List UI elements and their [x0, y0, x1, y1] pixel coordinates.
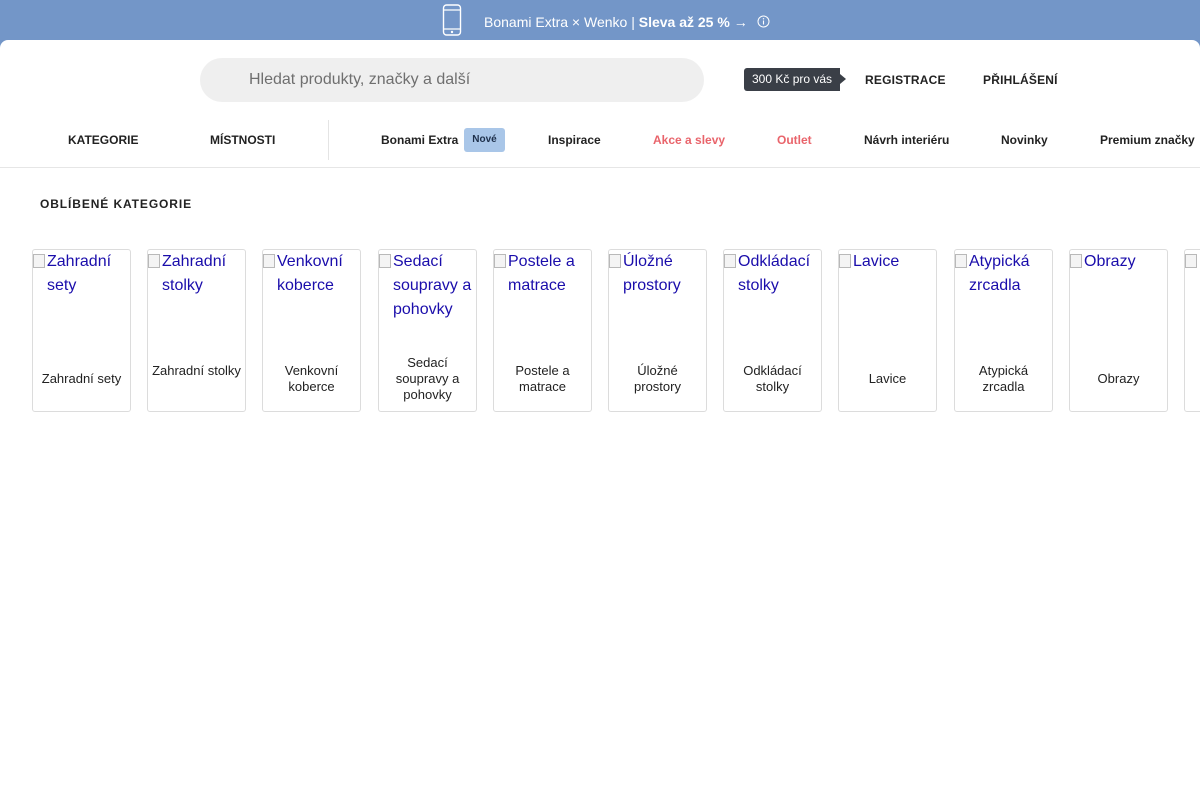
search-input[interactable]	[200, 58, 704, 102]
arrow-right-icon: →	[733, 14, 748, 30]
category-carousel: Zahradní sety Zahradní sety Zahradní stolk…	[32, 249, 1200, 412]
category-image: Zahradní stolky	[148, 250, 245, 298]
category-card[interactable]: Sedací soupravy a pohovky Sedací soupravy…	[378, 249, 477, 412]
category-card[interactable]: Zahradní sety Zahradní sety	[32, 249, 131, 412]
category-label: Zahradní sety	[41, 371, 122, 386]
category-card[interactable]	[1184, 249, 1200, 412]
nav-premium-brands[interactable]: Premium značky	[1100, 120, 1195, 160]
broken-image-icon	[494, 254, 506, 268]
bonus-tag: 300 Kč pro vás	[744, 68, 847, 91]
category-card[interactable]: Postele a matrace Postele a matrace	[493, 249, 592, 412]
page-content: 300 Kč pro vás REGISTRACE PŘIHLÁŠENÍ KAT…	[0, 40, 1200, 800]
category-card[interactable]: Úložné prostory Úložné prostory	[608, 249, 707, 412]
broken-image-icon	[1070, 254, 1082, 268]
category-image-alt: Sedací soupravy a pohovky	[393, 253, 472, 318]
nav-divider	[328, 120, 329, 160]
category-image: Lavice	[839, 250, 936, 274]
category-label: Úložné prostory	[634, 363, 681, 394]
promo-discount: Sleva až 25 %	[638, 14, 730, 30]
category-label: Obrazy	[1097, 371, 1140, 386]
register-link[interactable]: REGISTRACE	[865, 73, 946, 87]
broken-image-icon	[263, 254, 275, 268]
broken-image-icon	[609, 254, 621, 268]
category-image-alt: Venkovní koberce	[277, 253, 343, 294]
category-image-alt: Odkládací stolky	[738, 253, 811, 294]
category-label: Lavice	[868, 371, 907, 386]
nav-sales[interactable]: Akce a slevy	[653, 120, 725, 160]
category-card[interactable]: Lavice Lavice	[838, 249, 937, 412]
category-image-alt: Obrazy	[1084, 253, 1136, 270]
category-image: Zahradní sety	[33, 250, 130, 298]
category-image: Sedací soupravy a pohovky	[379, 250, 476, 322]
category-label: Odkládací stolky	[743, 363, 802, 394]
section-title: OBLÍBENÉ KATEGORIE	[40, 197, 192, 211]
nav-news[interactable]: Novinky	[1001, 120, 1048, 160]
category-card[interactable]: Obrazy Obrazy	[1069, 249, 1168, 412]
new-badge: Nové	[464, 128, 505, 152]
category-card[interactable]: Zahradní stolky Zahradní stolky	[147, 249, 246, 412]
category-image: Venkovní koberce	[263, 250, 360, 298]
broken-image-icon	[33, 254, 45, 268]
nav-rooms[interactable]: MÍSTNOSTI	[210, 120, 275, 160]
category-label: Zahradní stolky	[152, 363, 241, 378]
info-icon[interactable]	[757, 15, 770, 28]
broken-image-icon	[148, 254, 160, 268]
nav-outlet[interactable]: Outlet	[777, 120, 812, 160]
category-image: Odkládací stolky	[724, 250, 821, 298]
broken-image-icon	[839, 254, 851, 268]
nav-inspiration[interactable]: Inspirace	[548, 120, 601, 160]
category-image-alt: Postele a matrace	[508, 253, 575, 294]
broken-image-icon	[724, 254, 736, 268]
broken-image-icon	[1185, 254, 1197, 268]
phone-icon	[442, 4, 462, 36]
promo-banner[interactable]: Bonami Extra × Wenko | Sleva až 25 % →	[0, 0, 1200, 40]
category-label: Atypická zrcadla	[978, 363, 1029, 394]
promo-text[interactable]: Bonami Extra × Wenko | Sleva až 25 % →	[484, 13, 748, 31]
nav-categories[interactable]: KATEGORIE	[68, 120, 138, 160]
category-image-alt: Úložné prostory	[623, 253, 681, 294]
nav-interior-design[interactable]: Návrh interiéru	[864, 120, 949, 160]
login-link[interactable]: PŘIHLÁŠENÍ	[983, 73, 1058, 87]
category-card[interactable]: Venkovní koberce Venkovní koberce	[262, 249, 361, 412]
category-label: Sedací soupravy a pohovky	[395, 355, 460, 402]
category-image: Postele a matrace	[494, 250, 591, 298]
category-image: Úložné prostory	[609, 250, 706, 298]
category-label: Postele a matrace	[515, 363, 570, 394]
category-card[interactable]: Atypická zrcadla Atypická zrcadla	[954, 249, 1053, 412]
category-image-alt: Atypická zrcadla	[969, 253, 1030, 294]
broken-image-icon	[955, 254, 967, 268]
main-nav: KATEGORIE MÍSTNOSTI Bonami Extra Nové In…	[0, 120, 1200, 168]
category-image-alt: Zahradní sety	[47, 253, 112, 294]
category-image-alt: Zahradní stolky	[162, 253, 227, 294]
category-card[interactable]: Odkládací stolky Odkládací stolky	[723, 249, 822, 412]
nav-bonami-extra[interactable]: Bonami Extra	[381, 120, 458, 160]
category-image-alt: Lavice	[853, 253, 900, 270]
category-image: Atypická zrcadla	[955, 250, 1052, 298]
category-image: Obrazy	[1070, 250, 1167, 274]
broken-image-icon	[379, 254, 391, 268]
promo-text-plain: Bonami Extra × Wenko |	[484, 14, 639, 30]
category-label: Venkovní koberce	[284, 363, 339, 394]
